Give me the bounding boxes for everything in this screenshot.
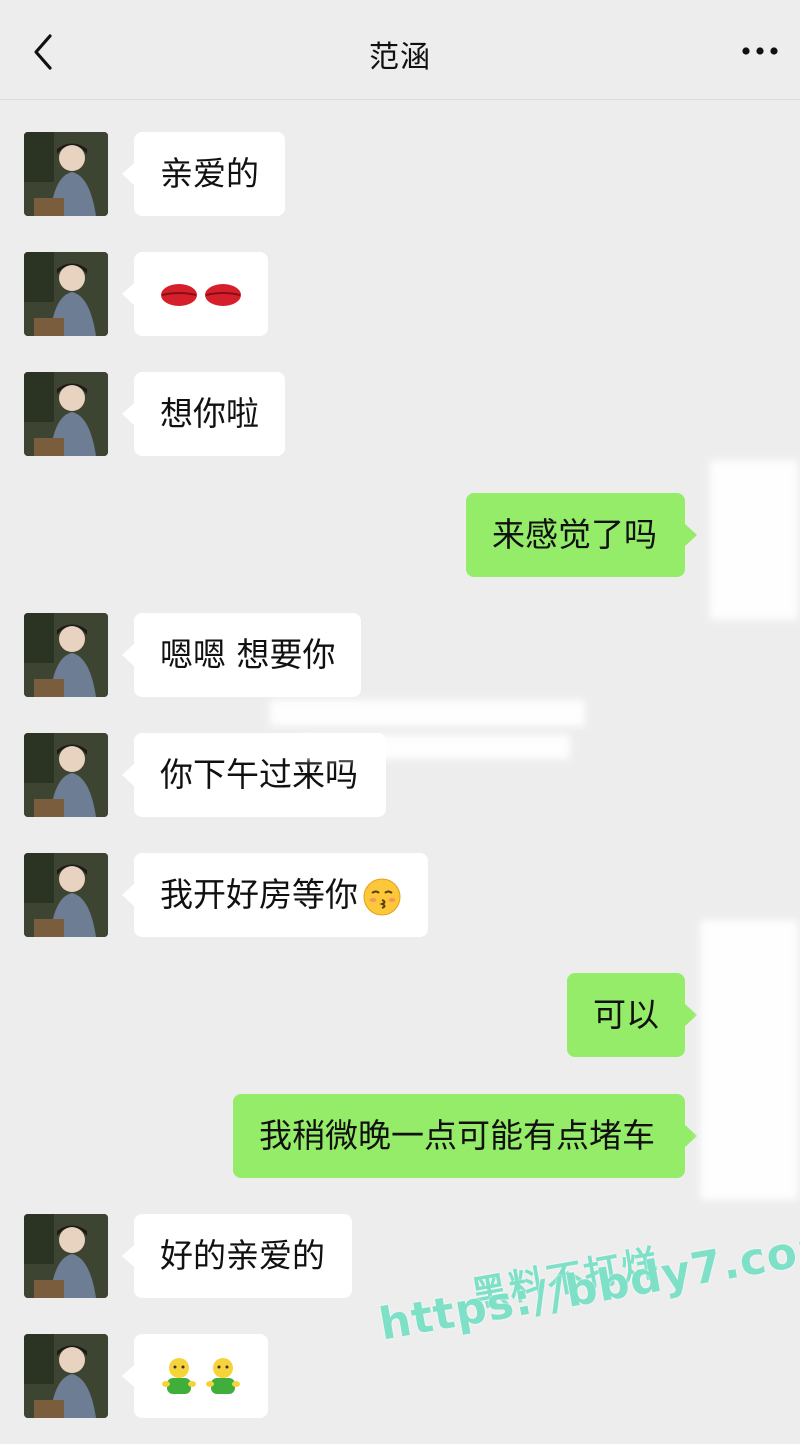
avatar-image <box>24 733 108 817</box>
watermark-url: https://bbdy7.com <box>375 1218 800 1351</box>
message-text: 想你啦 <box>160 394 259 433</box>
avatar-image <box>24 252 108 336</box>
incoming-message-bubble[interactable] <box>122 1334 268 1418</box>
message-text: 来感觉了吗 <box>492 515 657 554</box>
incoming-message-bubble[interactable]: 想你啦 <box>122 372 285 456</box>
message-text: 我稍微晚一点可能有点堵车 <box>259 1116 655 1155</box>
redaction-mark <box>700 920 798 1200</box>
avatar[interactable] <box>24 733 108 817</box>
message-text: 你下午过来吗 <box>160 755 358 794</box>
message-text: 可以 <box>593 995 659 1034</box>
redaction-mark <box>270 700 585 726</box>
avatar[interactable] <box>24 372 108 456</box>
kissing-face-emoji <box>363 878 401 915</box>
hug-emoji <box>162 1358 240 1394</box>
outgoing-message-bubble[interactable]: 可以 <box>567 973 697 1057</box>
avatar[interactable] <box>24 1334 108 1418</box>
message-text: 亲爱的 <box>160 154 259 193</box>
avatar-image <box>24 613 108 697</box>
incoming-message-bubble[interactable]: 嗯嗯 想要你 <box>122 613 361 697</box>
chat-title: 范涵 <box>369 40 431 75</box>
incoming-message-bubble[interactable]: 亲爱的 <box>122 132 285 216</box>
chat-header: 范涵 <box>0 0 800 100</box>
more-icon <box>742 47 778 55</box>
avatar[interactable] <box>24 252 108 336</box>
message-text: 我开好房等你 <box>160 875 358 914</box>
redaction-mark <box>710 460 798 620</box>
avatar[interactable] <box>24 853 108 937</box>
lips-emoji <box>161 284 241 306</box>
avatar-image <box>24 372 108 456</box>
avatar-image <box>24 853 108 937</box>
more-button[interactable] <box>738 34 782 68</box>
avatar-image <box>24 1214 108 1298</box>
message-text: 嗯嗯 想要你 <box>160 635 336 674</box>
avatar[interactable] <box>24 613 108 697</box>
outgoing-message-bubble[interactable]: 来感觉了吗 <box>466 493 697 577</box>
avatar[interactable] <box>24 132 108 216</box>
avatar-image <box>24 1334 108 1418</box>
incoming-message-bubble[interactable]: 我开好房等你 <box>122 853 428 937</box>
incoming-message-bubble[interactable] <box>122 252 268 336</box>
incoming-message-bubble[interactable]: 好的亲爱的 <box>122 1214 352 1298</box>
message-text: 好的亲爱的 <box>160 1236 325 1275</box>
redaction-mark <box>300 735 570 759</box>
avatar[interactable] <box>24 1214 108 1298</box>
outgoing-message-bubble[interactable]: 我稍微晚一点可能有点堵车 <box>233 1094 697 1178</box>
avatar-image <box>24 132 108 216</box>
